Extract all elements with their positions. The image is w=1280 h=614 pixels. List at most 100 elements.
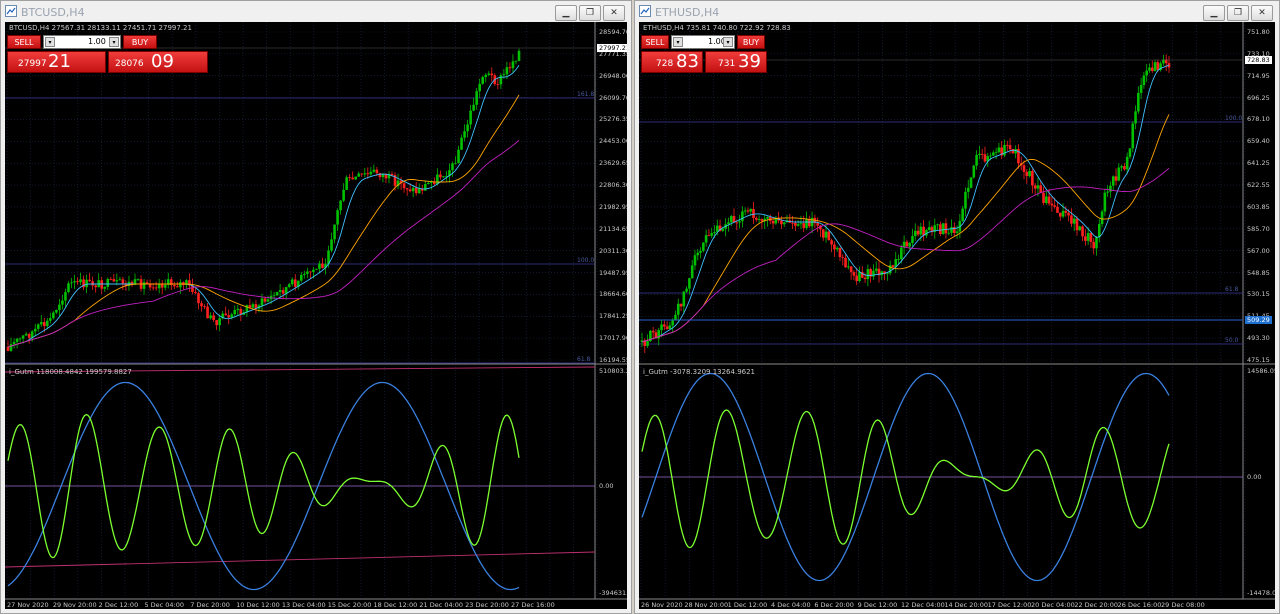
candle-body: [676, 303, 680, 315]
buy-button[interactable]: BUY: [737, 35, 765, 49]
candle-body: [103, 286, 107, 289]
candle-body: [646, 341, 649, 346]
buy-price-pips: 39: [738, 51, 761, 72]
sell-price-box[interactable]: 27997 21: [7, 51, 106, 73]
current-price-tag: 27997.21: [597, 44, 627, 52]
candle-body: [897, 259, 900, 260]
candle-body: [266, 299, 270, 302]
close-button[interactable]: ✕: [603, 5, 625, 21]
candle-body: [46, 320, 49, 327]
candle-body: [824, 231, 828, 238]
candle-body: [321, 263, 324, 268]
oscillator-scale-tick: 14586.05: [1247, 367, 1275, 375]
candle-body: [118, 279, 122, 281]
candle-body: [766, 217, 769, 219]
candle-body: [1025, 171, 1029, 177]
candle-body: [442, 176, 445, 178]
candle-body: [402, 183, 406, 189]
lot-increase-arrow[interactable]: ▾: [723, 37, 733, 47]
candle-body: [299, 274, 303, 281]
title-bar[interactable]: ETHUSD,H4 ▁ ❐ ✕: [635, 1, 1279, 23]
candle-body: [55, 309, 58, 313]
candle-body: [827, 231, 831, 241]
candle-body: [478, 83, 481, 92]
x-axis-tick: 23 Dec 20:00: [465, 601, 509, 609]
sell-button[interactable]: SELL: [7, 35, 41, 49]
lot-decrease-arrow[interactable]: ▾: [673, 37, 683, 47]
candle-body: [693, 255, 697, 266]
price-chart-canvas[interactable]: [639, 22, 1275, 609]
candle-body: [660, 324, 663, 331]
candle-body: [436, 174, 439, 185]
candle-body: [939, 224, 942, 234]
candle-body: [112, 279, 116, 282]
candle-body: [460, 137, 463, 150]
close-button[interactable]: ✕: [1251, 5, 1273, 21]
candle-body: [866, 268, 870, 280]
chart-area[interactable]: ETHUSD,H4 735.81 740.80 722.92 728.83 i_…: [639, 22, 1275, 609]
lot-increase-arrow[interactable]: ▾: [109, 37, 119, 47]
title-bar[interactable]: BTCUSD,H4 ▁ ❐ ✕: [1, 1, 631, 23]
candle-body: [514, 60, 518, 62]
candle-body: [738, 221, 741, 223]
candle-body: [109, 279, 113, 280]
candle-body: [1072, 218, 1076, 224]
candle-body: [1067, 212, 1070, 216]
restore-button[interactable]: ❐: [579, 5, 601, 21]
candle-body: [1106, 191, 1109, 193]
restore-button[interactable]: ❐: [1227, 5, 1249, 21]
price-chart-canvas[interactable]: [5, 22, 627, 609]
buy-button[interactable]: BUY: [123, 35, 157, 49]
candle-body: [1139, 85, 1143, 93]
candle-body: [233, 310, 237, 315]
x-axis-tick: 18 Dec 12:00: [373, 601, 418, 609]
y-axis-tick: 24453.00: [599, 137, 627, 146]
candle-body: [39, 322, 43, 325]
sell-price-box[interactable]: 728 83: [641, 51, 703, 73]
candle-body: [227, 315, 231, 318]
y-axis-tick: 659.40: [1247, 137, 1270, 146]
candle-body: [73, 281, 76, 283]
y-axis-tick: 20311.30: [599, 246, 627, 255]
candle-body: [941, 223, 945, 234]
moving-average-mid: [7, 94, 520, 348]
lot-decrease-arrow[interactable]: ▾: [45, 37, 55, 47]
candle-body: [363, 173, 367, 175]
candle-body: [18, 338, 22, 340]
candle-body: [752, 208, 755, 219]
candle-body: [106, 279, 110, 287]
candle-body: [511, 61, 515, 69]
candle-body: [757, 219, 761, 220]
candle-body: [67, 283, 70, 293]
x-axis-tick: 27 Dec 16:00: [511, 601, 555, 609]
chart-area[interactable]: BTCUSD,H4 27567.31 28133.11 27451.71 279…: [5, 22, 627, 609]
buy-price-box[interactable]: 28076 09: [108, 51, 208, 73]
minimize-button[interactable]: ▁: [1203, 5, 1225, 21]
candle-body: [908, 243, 911, 247]
candle-body: [699, 250, 702, 253]
y-axis-tick: 493.30: [1247, 334, 1270, 343]
candle-body: [136, 279, 140, 280]
candle-body: [309, 271, 312, 273]
candle-body: [727, 222, 730, 225]
fibo-level-label: 100.0: [1225, 115, 1243, 122]
candle-body: [1061, 210, 1065, 217]
candle-body: [808, 219, 811, 227]
sell-price-main: 27997: [18, 59, 47, 69]
buy-price-box[interactable]: 731 39: [705, 51, 767, 73]
candle-body: [315, 268, 318, 270]
candle-body: [357, 173, 361, 177]
candle-body: [426, 182, 430, 185]
candle-body: [961, 208, 964, 221]
candle-body: [333, 224, 336, 240]
x-axis-tick: 21 Dec 04:00: [419, 601, 464, 609]
candle-body: [671, 320, 674, 326]
minimize-button[interactable]: ▁: [555, 5, 577, 21]
candle-body: [802, 223, 806, 228]
lot-size-input[interactable]: ▾ 1.00 ▾: [43, 35, 121, 49]
candle-body: [782, 222, 786, 225]
lot-size-input[interactable]: ▾ 1.00 ▾: [671, 35, 735, 49]
candle-body: [1089, 233, 1093, 242]
candle-body: [1058, 212, 1062, 217]
sell-button[interactable]: SELL: [641, 35, 669, 49]
